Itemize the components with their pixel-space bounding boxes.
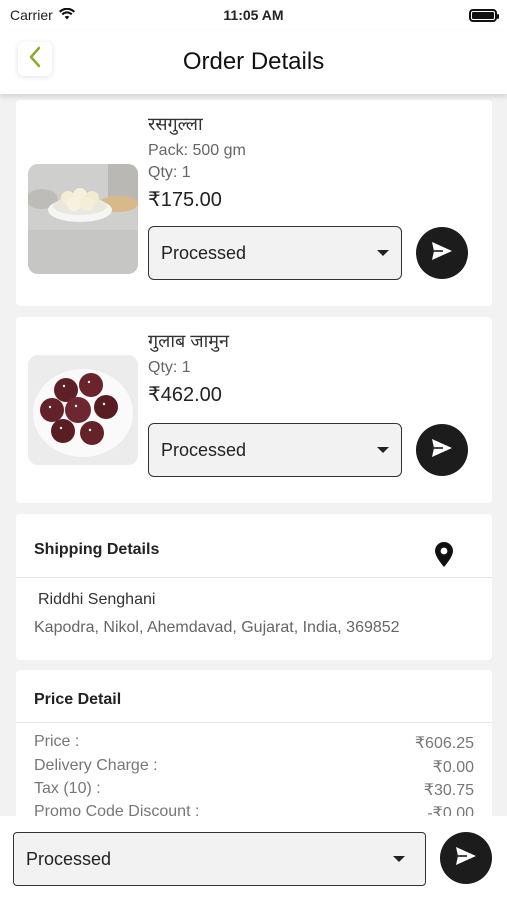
chevron-left-icon [28,46,42,73]
qty-label: Qty: [148,164,178,181]
product-image [28,164,138,274]
wifi-icon [58,7,75,23]
status-select[interactable]: Processed [148,423,402,477]
carrier-label: Carrier [10,7,53,23]
divider [16,722,492,723]
product-name: गुलाब जामुन [148,331,230,351]
product-qty: Qty: 1 [148,164,191,182]
send-button[interactable] [416,424,468,476]
product-name: रसगुल्ला [148,114,203,134]
order-status-value: Processed [26,848,112,869]
back-button[interactable] [18,42,52,76]
shipping-address: Kapodra, Nikol, Ahemdavad, Gujarat, Indi… [34,619,400,636]
price-row: Tax (10) : ₹30.75 [34,780,474,800]
product-price: ₹175.00 [148,189,222,211]
order-status-select[interactable]: Processed [13,832,426,886]
price-row: Price : ₹606.25 [34,733,474,753]
page-title: Order Details [182,48,325,75]
shipping-card: Shipping Details Riddhi Senghani Kapodra… [16,514,492,660]
status-select[interactable]: Processed [148,226,402,280]
price-row-label: Tax (10) : [34,780,101,797]
divider [16,577,492,578]
product-card: गुलाब जामुन Qty: 1 ₹462.00 Processed [16,317,492,503]
product-image [28,355,138,465]
status-bar: Carrier 11:05 AM [0,0,507,30]
product-qty: Qty: 1 [148,359,191,377]
pack-value: 500 gm [192,142,246,159]
send-button[interactable] [416,227,468,279]
status-time: 11:05 AM [223,7,284,23]
order-content[interactable]: रसगुल्ला Pack: 500 gm Qty: 1 ₹175.00 Pro… [0,94,507,816]
qty-label: Qty: [148,359,178,376]
price-row-label: Promo Code Discount : [34,803,200,816]
recipient-name: Riddhi Senghani [38,591,156,608]
price-row-label: Delivery Charge : [34,757,158,774]
location-pin-icon[interactable] [434,542,454,573]
order-send-button[interactable] [440,832,492,884]
product-price: ₹462.00 [148,384,222,406]
price-row-label: Price : [34,733,80,750]
bottom-action-bar: Processed [0,816,507,900]
price-row: Promo Code Discount : -₹0.00 [34,803,474,816]
price-detail-card: Price Detail Price : ₹606.25 Delivery Ch… [16,670,492,816]
price-row-value: ₹30.75 [423,782,474,799]
price-detail-title: Price Detail [34,691,122,708]
product-pack: Pack: 500 gm [148,142,246,160]
send-icon [455,846,477,871]
status-select-value: Processed [161,242,247,263]
pack-label: Pack: [148,142,189,159]
caret-down-icon [377,447,389,453]
price-row-value: -₹0.00 [427,805,474,816]
price-row-value: ₹606.25 [414,735,474,752]
shipping-title: Shipping Details [34,541,160,558]
status-select-value: Processed [161,439,247,460]
product-card: रसगुल्ला Pack: 500 gm Qty: 1 ₹175.00 Pro… [16,100,492,306]
caret-down-icon [377,250,389,256]
battery-icon [469,8,499,22]
send-icon [431,241,453,266]
qty-value: 1 [181,359,191,376]
price-row-value: ₹0.00 [432,759,474,776]
carrier-group: Carrier [10,7,75,23]
price-row: Delivery Charge : ₹0.00 [34,757,474,777]
qty-value: 1 [181,164,191,181]
send-icon [431,438,453,463]
nav-bar: Order Details [0,30,507,94]
caret-down-icon [393,856,405,862]
